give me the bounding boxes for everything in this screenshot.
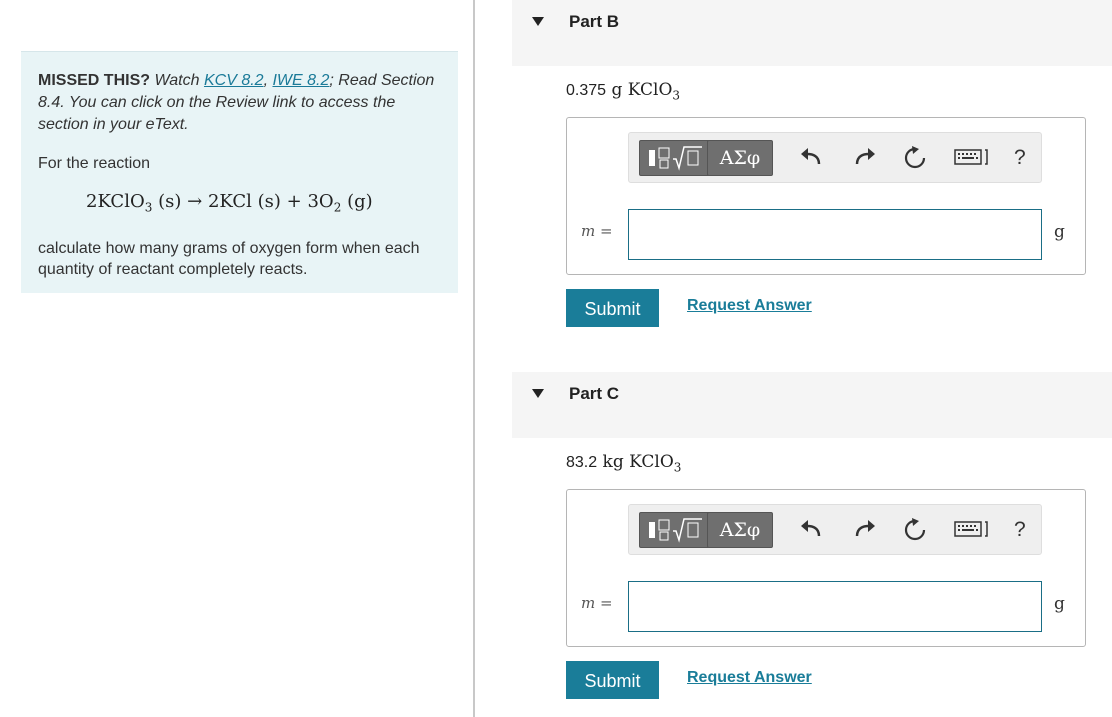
unit-label: g: [1054, 222, 1065, 242]
part-b-header[interactable]: Part B: [512, 0, 1112, 66]
qty-number: 83.2: [566, 454, 598, 471]
eq-reactant-sub: 3: [144, 200, 153, 215]
part-b-title: Part B: [569, 12, 620, 31]
eq-product2: 3O: [307, 191, 334, 212]
templates-icon[interactable]: [639, 512, 710, 548]
math-toolbar: ΑΣφ ?: [628, 504, 1042, 555]
qty-formula: KClO: [627, 80, 673, 100]
templates-icon[interactable]: [639, 140, 710, 176]
help-icon[interactable]: ?: [1014, 518, 1026, 542]
collapse-triangle-icon[interactable]: [532, 17, 544, 26]
greek-symbols-button[interactable]: ΑΣφ: [707, 140, 773, 176]
redo-icon[interactable]: [853, 518, 877, 545]
keyboard-icon[interactable]: [954, 518, 990, 545]
mass-variable-label: m =: [581, 222, 613, 240]
qty-unit: g: [611, 80, 623, 100]
missed-this-text: MISSED THIS? Watch KCV 8.2, IWE 8.2; Rea…: [38, 72, 435, 133]
qty-formula-sub: 3: [673, 460, 682, 475]
part-c-answer-box: ΑΣφ ? m = g: [566, 489, 1086, 647]
eq-reactant-state: (s): [158, 191, 182, 212]
watch-text: Watch: [154, 72, 200, 89]
collapse-triangle-icon[interactable]: [532, 389, 544, 398]
missed-label: MISSED THIS?: [38, 72, 151, 89]
part-c-header[interactable]: Part C: [512, 372, 1112, 438]
reset-icon[interactable]: [903, 518, 927, 547]
qty-formula: KClO: [629, 452, 674, 472]
part-c-quantity: 83.2 kg KClO3: [566, 452, 681, 474]
submit-button[interactable]: Submit: [566, 289, 659, 327]
reaction-equation: 2KClO3 (s) → 2KCl (s) + 3O2 (g): [86, 190, 441, 220]
eq-arrow: →: [187, 191, 203, 212]
redo-icon[interactable]: [853, 146, 877, 173]
for-reaction-text: For the reaction: [38, 155, 151, 172]
math-toolbar: ΑΣφ ?: [628, 132, 1042, 183]
eq-product1-state: (s): [257, 191, 281, 212]
mass-variable-label: m =: [581, 594, 613, 612]
qty-number: 0.375: [566, 82, 607, 99]
mass-input[interactable]: [628, 581, 1042, 632]
iwe-link[interactable]: IWE 8.2: [272, 72, 329, 89]
help-icon[interactable]: ?: [1014, 146, 1026, 170]
eq-plus: +: [286, 191, 302, 212]
undo-icon[interactable]: [799, 518, 823, 545]
part-b-answer-box: ΑΣφ ? m = g: [566, 117, 1086, 275]
greek-symbols-button[interactable]: ΑΣφ: [707, 512, 773, 548]
left-column: MISSED THIS? Watch KCV 8.2, IWE 8.2; Rea…: [0, 0, 475, 717]
keyboard-icon[interactable]: [954, 146, 990, 173]
unit-label: g: [1054, 594, 1065, 614]
eq-product2-sub: 2: [333, 200, 342, 215]
eq-product2-state: (g): [347, 191, 373, 212]
calculate-text: calculate how many grams of oxygen form …: [38, 239, 420, 278]
part-c-title: Part C: [569, 384, 620, 403]
qty-unit: kg: [602, 452, 624, 472]
submit-button[interactable]: Submit: [566, 661, 659, 699]
reset-icon[interactable]: [903, 146, 927, 175]
qty-formula-sub: 3: [672, 88, 681, 103]
kcv-link[interactable]: KCV 8.2: [204, 72, 264, 89]
undo-icon[interactable]: [799, 146, 823, 173]
eq-reactant: 2KClO: [86, 191, 145, 212]
request-answer-link[interactable]: Request Answer: [687, 297, 812, 315]
part-b-quantity: 0.375 g KClO3: [566, 80, 680, 102]
request-answer-link[interactable]: Request Answer: [687, 669, 812, 687]
eq-product1: 2KCl: [207, 191, 252, 212]
mass-input[interactable]: [628, 209, 1042, 260]
instruction-box: MISSED THIS? Watch KCV 8.2, IWE 8.2; Rea…: [21, 51, 458, 293]
